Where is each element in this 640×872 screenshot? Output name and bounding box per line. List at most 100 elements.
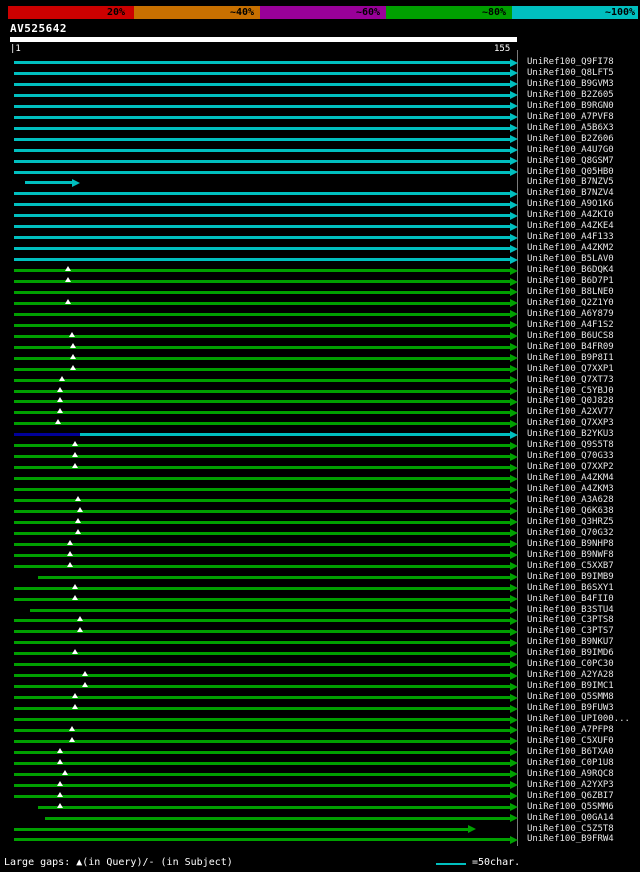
alignment-bar[interactable] [14,149,510,152]
alignment-bar[interactable] [14,346,510,349]
hit-label[interactable]: UniRef100_B9GVM3 [527,79,614,90]
alignment-bar[interactable] [38,576,510,579]
alignment-bar[interactable] [14,368,510,371]
alignment-bar[interactable] [14,379,510,382]
alignment-bar[interactable] [14,751,510,754]
alignment-bar[interactable] [14,61,510,64]
hit-label[interactable]: UniRef100_B2Z606 [527,134,614,145]
alignment-bar[interactable] [14,192,510,195]
hit-label[interactable]: UniRef100_A3A628 [527,495,614,506]
hit-label[interactable]: UniRef100_B4FII0 [527,594,614,605]
hit-label[interactable]: UniRef100_B2YKU3 [527,429,614,440]
hit-label[interactable]: UniRef100_B9NHP8 [527,539,614,550]
hit-label[interactable]: UniRef100_Q7XXP2 [527,462,614,473]
alignment-bar[interactable] [14,335,510,338]
hit-label[interactable]: UniRef100_A4ZKM4 [527,473,614,484]
hit-label[interactable]: UniRef100_A2YA28 [527,670,614,681]
hit-label[interactable]: UniRef100_A5B6X3 [527,123,614,134]
alignment-bar[interactable] [14,302,510,305]
alignment-bar[interactable] [14,291,510,294]
hit-label[interactable]: UniRef100_B2Z605 [527,90,614,101]
alignment-bar[interactable] [14,400,510,403]
alignment-bar[interactable] [14,171,510,174]
hit-label[interactable]: UniRef100_B9FRW4 [527,834,614,845]
hit-label[interactable]: UniRef100_Q6K638 [527,506,614,517]
alignment-bar[interactable] [14,83,510,86]
alignment-bar[interactable] [14,433,80,436]
alignment-bar[interactable] [14,762,510,765]
alignment-bar[interactable] [14,663,510,666]
hit-label[interactable]: UniRef100_Q0GA14 [527,813,614,824]
hit-label[interactable]: UniRef100_A4ZKE4 [527,221,614,232]
hit-label[interactable]: UniRef100_Q6ZBI7 [527,791,614,802]
hit-label[interactable]: UniRef100_A4U7G0 [527,145,614,156]
hit-label[interactable]: UniRef100_A2XV77 [527,407,614,418]
hit-label[interactable]: UniRef100_Q7XXP3 [527,418,614,429]
alignment-bar[interactable] [14,466,510,469]
hit-label[interactable]: UniRef100_Q3HRZ5 [527,517,614,528]
hit-label[interactable]: UniRef100_Q0J828 [527,396,614,407]
alignment-bar[interactable] [14,521,510,524]
alignment-bar[interactable] [14,390,510,393]
hit-label[interactable]: UniRef100_A9O1K6 [527,199,614,210]
alignment-bar[interactable] [14,280,510,283]
hit-label[interactable]: UniRef100_A6Y879 [527,309,614,320]
alignment-bar[interactable] [14,510,510,513]
hit-label[interactable]: UniRef100_Q7XT73 [527,375,614,386]
alignment-bar[interactable] [14,652,510,655]
alignment-bar[interactable] [14,729,510,732]
hit-label[interactable]: UniRef100_C5Z5T8 [527,824,614,835]
hit-label[interactable]: UniRef100_B5LAV0 [527,254,614,265]
alignment-bar[interactable] [14,532,510,535]
hit-label[interactable]: UniRef100_B7NZV4 [527,188,614,199]
alignment-bar[interactable] [14,203,510,206]
hit-label[interactable]: UniRef100_Q5SMM8 [527,692,614,703]
hit-label[interactable]: UniRef100_A4F133 [527,232,614,243]
alignment-bar[interactable] [14,444,510,447]
alignment-bar[interactable] [14,127,510,130]
alignment-bar[interactable] [14,838,510,841]
alignment-bar[interactable] [14,116,510,119]
hit-label[interactable]: UniRef100_B9P8I1 [527,353,614,364]
alignment-bar[interactable] [14,214,510,217]
hit-label[interactable]: UniRef100_A7PVF8 [527,112,614,123]
hit-label[interactable]: UniRef100_B6SXY1 [527,583,614,594]
alignment-bar[interactable] [14,160,510,163]
alignment-bar[interactable] [14,543,510,546]
alignment-bar[interactable] [14,488,510,491]
alignment-bar[interactable] [14,784,510,787]
alignment-bar[interactable] [14,773,510,776]
hit-label[interactable]: UniRef100_Q9S5T8 [527,440,614,451]
hit-label[interactable]: UniRef100_A2YXP3 [527,780,614,791]
hit-label[interactable]: UniRef100_C5XXB7 [527,561,614,572]
hit-label[interactable]: UniRef100_B7NZV5 [527,177,614,188]
hit-label[interactable]: UniRef100_B6UCS8 [527,331,614,342]
alignment-bar[interactable] [14,455,510,458]
alignment-bar[interactable] [14,641,510,644]
hit-label[interactable]: UniRef100_A9RQC8 [527,769,614,780]
hit-label[interactable]: UniRef100_Q70G32 [527,528,614,539]
hit-label[interactable]: UniRef100_B9FUW3 [527,703,614,714]
hit-label[interactable]: UniRef100_Q8GSM7 [527,156,614,167]
alignment-bar[interactable] [45,817,510,820]
hit-label[interactable]: UniRef100_B8LNE0 [527,287,614,298]
alignment-bar[interactable] [14,565,510,568]
hit-label[interactable]: UniRef100_C5XUF0 [527,736,614,747]
hit-label[interactable]: UniRef100_Q8LFT5 [527,68,614,79]
alignment-bar[interactable] [14,630,510,633]
alignment-bar[interactable] [14,138,510,141]
alignment-bar[interactable] [14,269,510,272]
hit-label[interactable]: UniRef100_B6D7P1 [527,276,614,287]
alignment-bar[interactable] [14,313,510,316]
hit-label[interactable]: UniRef100_B9IMD6 [527,648,614,659]
alignment-bar[interactable] [14,105,510,108]
hit-label[interactable]: UniRef100_Q05HB0 [527,167,614,178]
alignment-bar[interactable] [14,598,510,601]
alignment-bar[interactable] [14,587,510,590]
alignment-bar[interactable] [14,718,510,721]
hit-label[interactable]: UniRef100_B4FR09 [527,342,614,353]
alignment-bar[interactable] [14,225,510,228]
hit-label[interactable]: UniRef100_Q5SMM6 [527,802,614,813]
alignment-bar[interactable] [14,72,510,75]
hit-label[interactable]: UniRef100_B6TXA0 [527,747,614,758]
